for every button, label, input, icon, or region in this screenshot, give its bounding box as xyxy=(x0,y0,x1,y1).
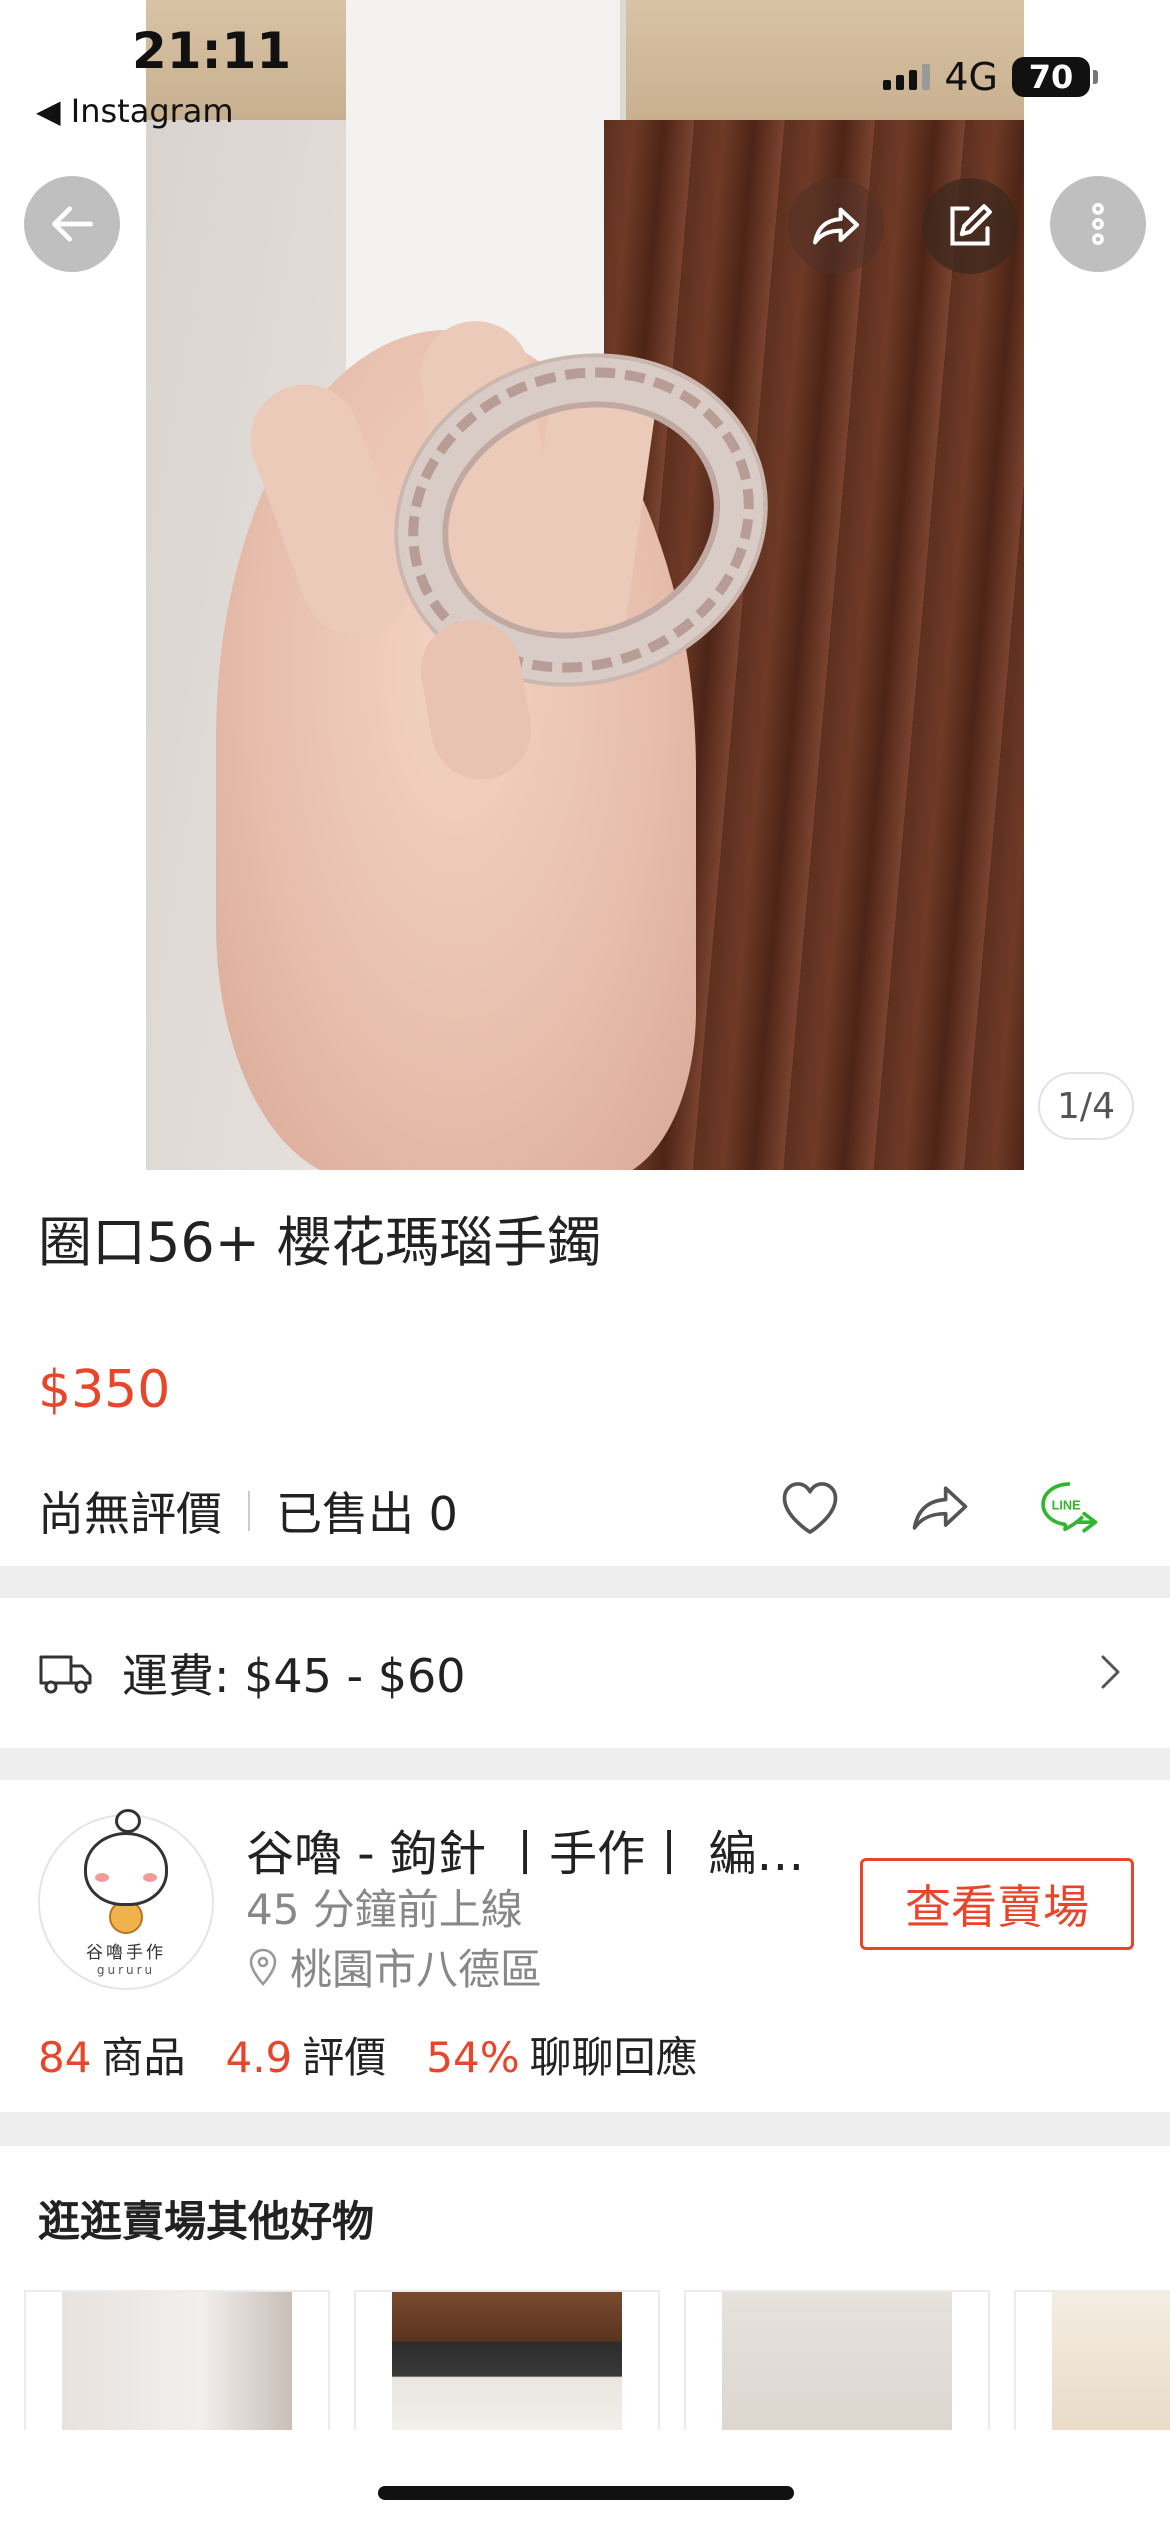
edit-icon xyxy=(950,204,992,246)
home-indicator[interactable] xyxy=(378,2486,794,2500)
shop-stats: 84 商品 4.9 評價 54% 聊聊回應 xyxy=(38,2024,698,2085)
product-meta: 尚無評價 已售出 0 xyxy=(38,1478,458,1544)
section-divider xyxy=(0,1748,1170,1780)
product-card[interactable] xyxy=(684,2290,990,2430)
sold-count: 已售出 0 xyxy=(276,1487,458,1541)
more-products-carousel[interactable] xyxy=(24,2290,1170,2430)
favorite-button[interactable] xyxy=(774,1472,846,1544)
product-thumbnail xyxy=(392,2292,622,2430)
rating-text[interactable]: 尚無評價 xyxy=(38,1478,222,1544)
section-divider xyxy=(0,1566,1170,1598)
battery-icon: 70 xyxy=(1012,57,1098,97)
line-icon: LINE xyxy=(1041,1482,1098,1533)
back-button[interactable] xyxy=(24,176,120,272)
shipping-fee: 運費: $45 - $60 xyxy=(122,1649,466,1703)
stat-products[interactable]: 84 商品 xyxy=(38,2024,185,2085)
shop-last-online: 45 分鐘前上線 xyxy=(246,1885,523,1934)
shop-location-text: 桃園市八德區 xyxy=(290,1945,543,1994)
product-card[interactable] xyxy=(354,2290,660,2430)
status-time: 21:11 xyxy=(132,22,292,80)
stat-chat-response: 54% 聊聊回應 xyxy=(426,2033,698,2082)
back-arrow-icon xyxy=(52,206,93,242)
more-from-shop-title: 逛逛賣場其他好物 xyxy=(38,2197,375,2246)
product-thumbnail xyxy=(62,2292,292,2430)
shop-avatar[interactable]: 谷嚕手作 gururu xyxy=(38,1808,214,1990)
meta-divider xyxy=(248,1491,250,1531)
shop-name[interactable]: 谷嚕 - 鉤針 丨手作丨 編織 小物 xyxy=(246,1814,826,1884)
chevron-right-icon xyxy=(1101,1655,1120,1689)
line-share-button[interactable]: LINE xyxy=(1034,1472,1106,1544)
svg-text:LINE: LINE xyxy=(1052,1497,1081,1512)
location-pin-icon xyxy=(249,1948,277,1986)
share-icon xyxy=(812,207,860,245)
stat-rating[interactable]: 4.9 評價 xyxy=(225,2024,386,2085)
shipping-row[interactable]: 運費: $45 - $60 xyxy=(0,1598,1170,1748)
product-price: $350 xyxy=(38,1360,171,1420)
more-options-button[interactable] xyxy=(1050,176,1146,272)
avatar-sublabel: gururu xyxy=(96,1962,156,1977)
more-icon xyxy=(1092,203,1104,246)
signal-icon xyxy=(883,64,931,90)
product-card[interactable] xyxy=(1014,2290,1170,2430)
product-thumbnail xyxy=(722,2292,952,2430)
product-card[interactable] xyxy=(24,2290,330,2430)
section-divider xyxy=(0,2112,1170,2146)
avatar-face xyxy=(84,1808,168,1906)
visit-shop-button[interactable]: 查看賣場 xyxy=(860,1858,1134,1950)
network-type: 4G xyxy=(944,55,998,99)
back-to-app-link[interactable]: ◀ Instagram xyxy=(36,92,234,130)
share-icon xyxy=(912,1486,968,1530)
edit-button[interactable] xyxy=(922,178,1018,274)
product-thumbnail xyxy=(1052,2292,1170,2430)
gallery-page-indicator: 1/4 xyxy=(1038,1072,1134,1140)
share-button[interactable] xyxy=(788,178,884,274)
product-title: 圈口56+ 櫻花瑪瑙手鐲 xyxy=(38,1211,602,1274)
status-indicators: 4G 70 xyxy=(883,55,1098,99)
truck-icon xyxy=(39,1655,92,1694)
product-gallery[interactable] xyxy=(0,0,1170,1170)
share-product-button[interactable] xyxy=(904,1472,976,1544)
product-photo xyxy=(146,0,1024,1170)
avatar-label: 谷嚕手作 xyxy=(86,1942,166,1963)
heart-icon xyxy=(782,1482,838,1534)
shop-location: 桃園市八德區 xyxy=(246,1936,542,1997)
